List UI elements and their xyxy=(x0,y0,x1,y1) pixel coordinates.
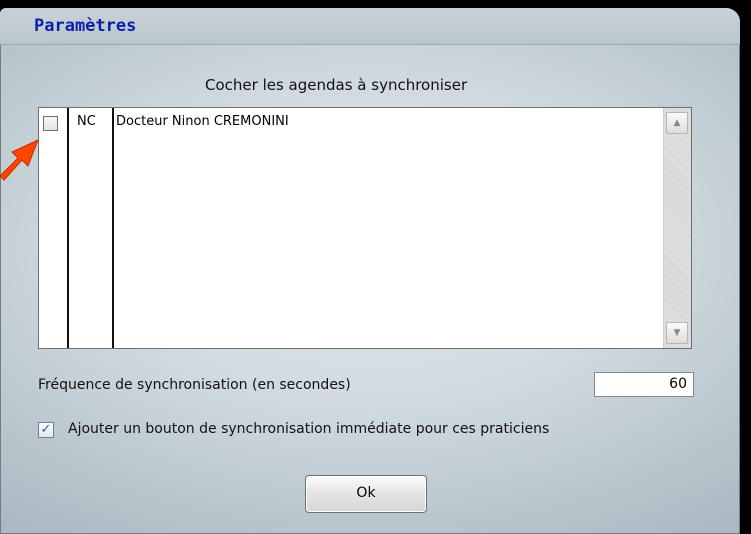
frequency-field[interactable]: 60 xyxy=(594,372,694,397)
arrow-icon xyxy=(0,139,39,181)
title-bar: Paramètres xyxy=(0,8,740,45)
scroll-up-button[interactable]: ▲ xyxy=(666,112,688,134)
ok-button[interactable]: Ok xyxy=(305,475,427,513)
chevron-up-icon: ▲ xyxy=(673,118,681,128)
scroll-down-button[interactable]: ▼ xyxy=(666,322,688,344)
immediate-sync-label: Ajouter un bouton de synchronisation imm… xyxy=(68,421,550,437)
immediate-sync-checkbox[interactable]: ✓ xyxy=(38,422,54,438)
agenda-code: NC xyxy=(77,114,96,129)
agenda-checkbox[interactable] xyxy=(43,116,58,131)
chevron-down-icon: ▼ xyxy=(673,328,681,338)
dialog-title: Paramètres xyxy=(34,16,137,36)
agenda-list[interactable]: NC Docteur Ninon CREMONINI ▲ ▼ xyxy=(38,107,692,349)
list-caption: Cocher les agendas à synchroniser xyxy=(205,76,468,94)
agenda-name: Docteur Ninon CREMONINI xyxy=(116,114,289,129)
frequency-label: Fréquence de synchronisation (en seconde… xyxy=(38,377,351,393)
checkmark-icon: ✓ xyxy=(40,422,52,437)
column-divider xyxy=(67,108,69,348)
settings-dialog: Paramètres Cocher les agendas à synchron… xyxy=(0,8,740,534)
vertical-scrollbar[interactable]: ▲ ▼ xyxy=(663,108,691,348)
column-divider xyxy=(112,108,114,348)
